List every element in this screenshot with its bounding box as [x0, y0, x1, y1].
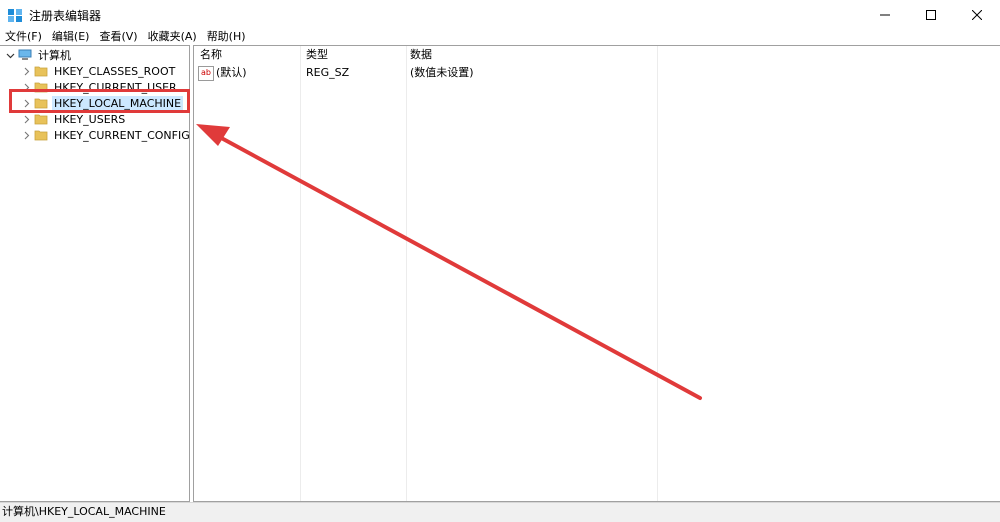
maximize-button[interactable] [908, 0, 954, 30]
menu-help[interactable]: 帮助(H) [202, 29, 251, 45]
tree-item-label: HKEY_USERS [54, 112, 126, 126]
maximize-icon [926, 10, 936, 20]
chevron-right-icon[interactable] [20, 131, 32, 140]
column-divider [657, 46, 658, 501]
annotation-highlight-box [9, 89, 190, 113]
tree-item-current-config[interactable]: HKEY_CURRENT_CONFIG [20, 127, 192, 143]
status-bar: 计算机\HKEY_LOCAL_MACHINE [0, 502, 1000, 522]
close-icon [972, 10, 982, 20]
close-button[interactable] [954, 0, 1000, 30]
tree-item-classes-root[interactable]: HKEY_CLASSES_ROOT [20, 63, 177, 79]
tree-root-label: 计算机 [38, 48, 71, 62]
column-divider [300, 46, 301, 501]
column-header-name[interactable]: 名称 [196, 46, 300, 64]
menu-favorites[interactable]: 收藏夹(A) [143, 29, 202, 45]
tree-item-label: HKEY_CURRENT_CONFIG [54, 128, 190, 142]
value-data: (数值未设置) [410, 66, 474, 79]
chevron-right-icon[interactable] [20, 115, 32, 124]
column-divider [406, 46, 407, 501]
values-list-pane[interactable]: 名称 类型 数据 ab (默认) REG_SZ (数值未设置) [193, 45, 1000, 502]
minimize-icon [880, 14, 890, 16]
string-value-icon: ab [198, 66, 214, 81]
folder-icon [34, 66, 48, 77]
minimize-button[interactable] [862, 0, 908, 30]
column-header-type[interactable]: 类型 [302, 46, 406, 64]
menu-file[interactable]: 文件(F) [0, 29, 47, 45]
window-title: 注册表编辑器 [29, 8, 102, 23]
tree-root[interactable]: 计算机 [4, 47, 73, 63]
tree-item-users[interactable]: HKEY_USERS [20, 111, 127, 127]
menu-bar: 文件(F) 编辑(E) 查看(V) 收藏夹(A) 帮助(H) [0, 29, 1000, 45]
tree-item-label: HKEY_CLASSES_ROOT [54, 64, 176, 78]
computer-icon [18, 49, 32, 60]
registry-editor-icon [8, 9, 22, 22]
column-header-data[interactable]: 数据 [406, 46, 650, 64]
tree-pane[interactable]: 计算机 HKEY_CLASSES_ROOT HKEY_CURRENT_USER … [0, 45, 190, 502]
chevron-right-icon[interactable] [20, 67, 32, 76]
window-controls [862, 0, 1000, 30]
chevron-down-icon[interactable] [4, 51, 16, 60]
folder-icon [34, 114, 48, 125]
title-bar: 注册表编辑器 [0, 0, 1000, 30]
folder-icon [34, 130, 48, 141]
value-name: (默认) [216, 66, 247, 79]
value-type: REG_SZ [306, 66, 350, 79]
menu-edit[interactable]: 编辑(E) [47, 29, 95, 45]
menu-view[interactable]: 查看(V) [94, 29, 142, 45]
